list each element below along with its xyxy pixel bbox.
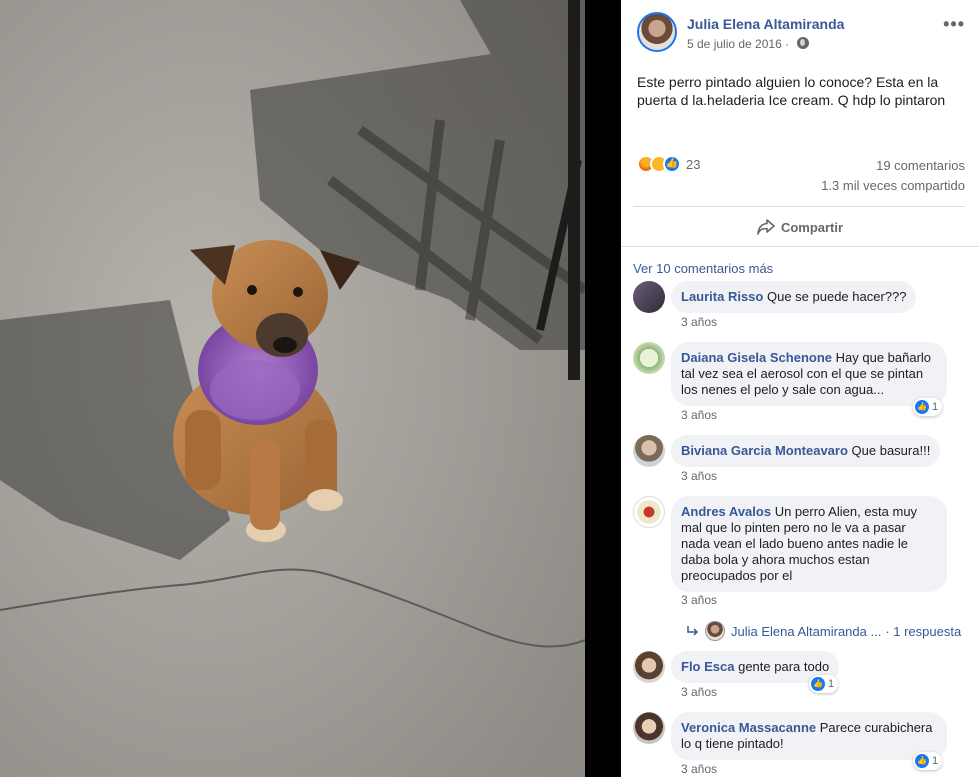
comment-bubble: Daiana Gisela Schenone Hay que bañarlo t… — [671, 342, 947, 406]
dog-photo-illustration — [0, 0, 585, 777]
post-header: Julia Elena Altamiranda 5 de julio de 20… — [621, 0, 979, 62]
comment-author-link[interactable]: Biviana Garcia Monteavaro — [681, 443, 848, 458]
comment-text: Que se puede hacer??? — [766, 289, 907, 304]
comment-time[interactable]: 3 años — [681, 469, 717, 483]
globe-icon — [797, 37, 809, 49]
reply-author-avatar — [705, 621, 725, 641]
comments-area: Ver 10 comentarios más Laurita Risso Que… — [621, 246, 979, 777]
comment-text: Que basura!!! — [851, 443, 931, 458]
author-avatar[interactable] — [637, 12, 677, 52]
view-more-comments-link[interactable]: Ver 10 comentarios más — [633, 261, 773, 276]
comment-like-count: 1 — [932, 755, 939, 767]
post-date-link[interactable]: 5 de julio de 2016 · — [687, 37, 789, 51]
like-icon: 👍 — [811, 677, 825, 691]
comments-count-link[interactable]: 19 comentarios — [876, 158, 965, 173]
comment-bubble: Biviana Garcia Monteavaro Que basura!!! — [671, 435, 941, 467]
photo-gutter — [585, 0, 621, 777]
shares-count-link[interactable]: 1.3 mil veces compartido — [821, 178, 965, 193]
share-button[interactable]: Compartir — [621, 210, 979, 244]
comment-time[interactable]: 3 años — [681, 593, 717, 607]
comment-bubble: Laurita Risso Que se puede hacer??? — [671, 281, 917, 313]
share-label: Compartir — [780, 219, 844, 235]
comment-like-count: 1 — [828, 678, 835, 690]
divider — [633, 206, 965, 207]
reply-author: Julia Elena Altamiranda ... — [731, 623, 882, 639]
comment-author-link[interactable]: Andres Avalos — [681, 504, 771, 519]
reply-arrow-icon — [687, 626, 699, 636]
comment-time[interactable]: 3 años — [681, 685, 717, 699]
reactions-count: 23 — [686, 156, 701, 172]
author-name-link[interactable]: Julia Elena Altamiranda — [687, 16, 844, 32]
post-photo[interactable] — [0, 0, 585, 777]
commenter-avatar[interactable] — [633, 712, 665, 744]
reply-count: · 1 respuesta — [885, 623, 962, 639]
comment-author-link[interactable]: Flo Esca — [681, 659, 734, 674]
comment-text: gente para todo — [738, 659, 830, 674]
commenter-avatar[interactable] — [633, 496, 665, 528]
share-arrow-icon — [757, 219, 775, 235]
comment-like-badge[interactable]: 👍 1 — [913, 752, 943, 770]
commenter-avatar[interactable] — [633, 342, 665, 374]
reactions-summary[interactable]: 👍 23 — [637, 155, 700, 173]
like-icon: 👍 — [663, 155, 681, 173]
view-replies-link[interactable]: Julia Elena Altamiranda ... · 1 respuest… — [687, 621, 961, 641]
commenter-avatar[interactable] — [633, 281, 665, 313]
comment-time[interactable]: 3 años — [681, 408, 717, 422]
more-options-icon[interactable]: ••• — [943, 14, 965, 35]
like-icon: 👍 — [915, 400, 929, 414]
comment-time[interactable]: 3 años — [681, 315, 717, 329]
post-side-panel: Julia Elena Altamiranda 5 de julio de 20… — [621, 0, 979, 777]
comment-time[interactable]: 3 años — [681, 762, 717, 776]
comment-like-count: 1 — [932, 401, 939, 413]
comment-author-link[interactable]: Daiana Gisela Schenone — [681, 350, 832, 365]
comment-author-link[interactable]: Laurita Risso — [681, 289, 763, 304]
commenter-avatar[interactable] — [633, 651, 665, 683]
comment-bubble: Veronica Massacanne Parece curabichera l… — [671, 712, 947, 760]
like-icon: 👍 — [915, 754, 929, 768]
comment-author-link[interactable]: Veronica Massacanne — [681, 720, 816, 735]
post-text: Este perro pintado alguien lo conoce? Es… — [637, 74, 946, 108]
comment-like-badge[interactable]: 👍 1 — [913, 398, 943, 416]
comment-like-badge[interactable]: 👍 1 — [809, 675, 839, 693]
commenter-avatar[interactable] — [633, 435, 665, 467]
comment-bubble: Andres Avalos Un perro Alien, esta muy m… — [671, 496, 947, 592]
